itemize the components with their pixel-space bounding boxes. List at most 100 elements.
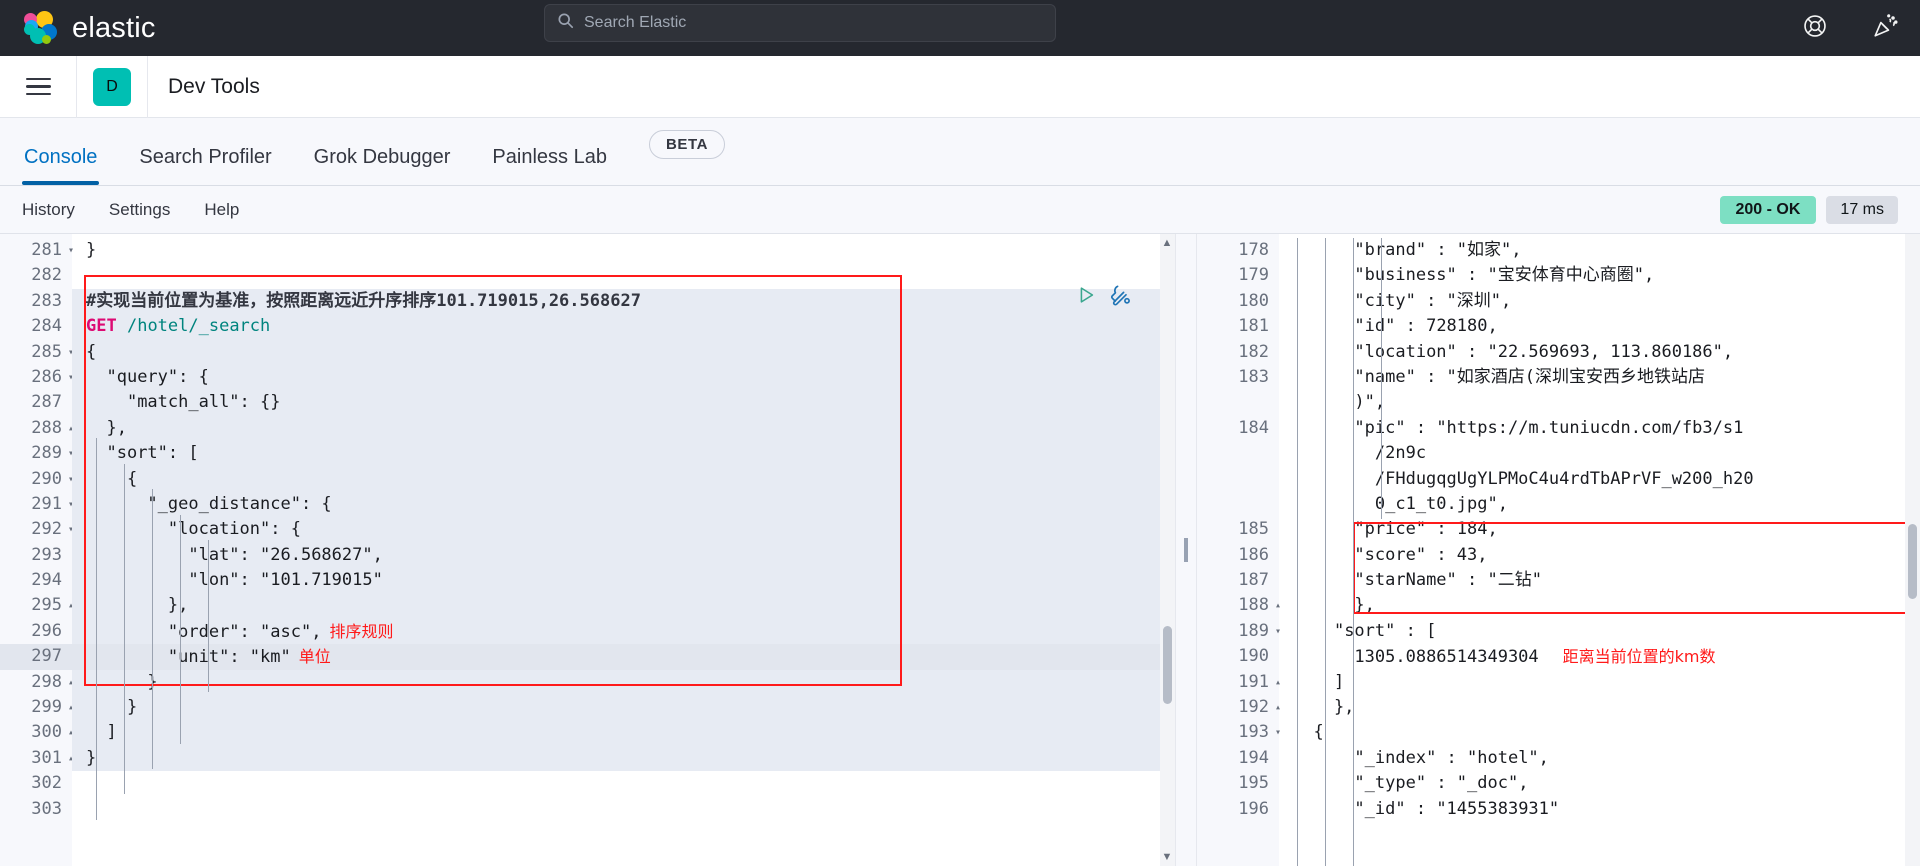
code-line: "_geo_distance": { [72, 491, 1175, 518]
editor-content[interactable]: } #实现当前位置为基准，按照距离远近升序排序101.719015,26.568… [72, 234, 1175, 866]
line-number [1197, 390, 1279, 415]
line-number: 184 [1238, 417, 1269, 438]
response-line-numbers: 178 179 180 181 182 183 184 185 186 187 188 ▴ 189 ▾… [1197, 234, 1281, 866]
history-button[interactable]: History [22, 200, 75, 220]
response-viewer[interactable]: 178 179 180 181 182 183 184 185 186 187 188 ▴ 189 ▾… [1197, 234, 1920, 866]
line-number: 298 ▴ [31, 671, 74, 692]
code-line: GET /hotel/_search [72, 314, 1175, 340]
line-number: 185 [1238, 519, 1269, 540]
line-number: 191 ▴ [1238, 671, 1281, 692]
code-line: } [72, 669, 1175, 696]
annotation-unit: 单位 [298, 647, 331, 667]
page-title: Dev Tools [168, 74, 260, 98]
code-line: }, [72, 593, 1175, 619]
response-line: "business" : "宝安体育中心商圈", [1354, 265, 1655, 286]
line-number: 302 [31, 773, 62, 794]
scroll-up-arrow-icon[interactable]: ▲ [1161, 237, 1173, 249]
search-icon [557, 12, 574, 34]
line-number: 286 ▾ [31, 366, 74, 387]
response-line: "sort" : [ [1333, 620, 1437, 641]
code-line: "lat": "26.568627", [72, 542, 1175, 569]
tab-painless-lab[interactable]: Painless Lab [492, 146, 607, 185]
response-line: "location" : "22.569693, 113.860186", [1354, 341, 1734, 362]
code-line: "order": "asc", 排序规则 [72, 618, 1175, 645]
indent-guide [1297, 238, 1298, 866]
line-number: 190 [1238, 646, 1269, 667]
line-number: 299 ▴ [31, 697, 74, 718]
response-line: "_type" : "_doc", [1354, 773, 1529, 794]
editor-line-numbers: 281 ▾ 282 283 284 285 ▾ 286 ▾ 287 288 ▴ 289 ▾ 290 ▾ 291 ▾… [0, 234, 74, 866]
scroll-down-arrow-icon[interactable]: ▼ [1161, 851, 1173, 863]
tab-grok-debugger[interactable]: Grok Debugger [314, 146, 451, 185]
global-search-placeholder: Search Elastic [584, 14, 687, 31]
code-line: } [72, 695, 1175, 721]
indent-guide [1353, 238, 1354, 866]
party-popper-icon[interactable] [1872, 13, 1898, 44]
line-number: 284 [31, 316, 62, 337]
indent-guide [208, 540, 209, 692]
annotation-distance: 距离当前位置的km数 [1562, 647, 1716, 667]
code-line: ] [72, 720, 1175, 746]
editor-scrollbar-track[interactable] [1160, 234, 1175, 866]
code-line: "sort": [ [72, 441, 1175, 467]
code-line: { [72, 339, 1175, 365]
indent-guide [124, 464, 125, 794]
wrench-icon[interactable] [1109, 283, 1133, 312]
response-line: "city" : "深圳", [1354, 290, 1512, 311]
code-line: "unit": "km" 单位 [72, 644, 1175, 670]
annotation-sort-rule: 排序规则 [329, 621, 394, 641]
line-number: 195 [1238, 773, 1269, 794]
response-line: "pic" : "https://m.tuniucdn.com/fb3/s1 [1354, 417, 1744, 438]
response-line: "id" : 728180, [1354, 316, 1498, 337]
editor-scrollbar-thumb[interactable] [1163, 626, 1172, 704]
hamburger-menu-icon[interactable] [16, 65, 60, 109]
code-line: "lon": "101.719015" [72, 568, 1175, 594]
response-line: 1305.0886514349304 距离当前位置的km数 [1354, 647, 1716, 668]
lifebuoy-icon[interactable] [1802, 13, 1828, 44]
status-badge: 200 - OK [1719, 195, 1817, 224]
line-number: 303 [31, 798, 62, 819]
line-number: 297 [0, 644, 72, 670]
line-number: 194 [1238, 747, 1269, 768]
pane-resize-handle[interactable] [1175, 234, 1197, 866]
line-number: 178 [1238, 240, 1269, 260]
line-number [1197, 467, 1279, 492]
code-line: { [72, 466, 1175, 492]
response-line: "price" : 184, [1354, 519, 1498, 540]
response-line: "_index" : "hotel", [1354, 747, 1549, 768]
indent-guide [152, 489, 153, 769]
response-content: "brand" : "如家", "business" : "宝安体育中心商圈",… [1279, 234, 1920, 866]
line-number: 188 ▴ [1238, 595, 1281, 616]
global-search-input[interactable]: Search Elastic [544, 4, 1056, 42]
space-avatar[interactable]: D [93, 67, 131, 106]
response-line: "name" : "如家酒店(深圳宝安西乡地铁站店 [1354, 366, 1706, 387]
line-number: 300 ▴ [31, 722, 74, 743]
tab-search-profiler[interactable]: Search Profiler [139, 146, 271, 185]
settings-button[interactable]: Settings [109, 200, 170, 220]
response-line: )", [1293, 392, 1386, 413]
response-line: }, [1293, 595, 1375, 616]
brand-logo-group[interactable]: elastic [24, 11, 156, 45]
line-number: 283 [31, 290, 62, 311]
response-scrollbar-thumb[interactable] [1908, 524, 1917, 599]
line-number: 183 [1238, 366, 1269, 387]
line-number: 196 [1238, 798, 1269, 819]
code-line: } [72, 745, 1175, 772]
tab-console[interactable]: Console [21, 146, 100, 185]
play-triangle-icon[interactable] [1075, 284, 1097, 311]
code-line: "query": { [72, 364, 1175, 391]
line-number: 189 ▾ [1238, 620, 1281, 641]
line-number: 291 ▾ [31, 493, 74, 514]
response-line: "starName" : "二钻" [1354, 570, 1542, 591]
response-line: "brand" : "如家", [1354, 240, 1522, 260]
line-number: 296 [31, 620, 62, 641]
line-number: 290 ▾ [31, 468, 74, 489]
request-editor[interactable]: 281 ▾ 282 283 284 285 ▾ 286 ▾ 287 288 ▴ 289 ▾ 290 ▾ 291 ▾… [0, 234, 1175, 866]
indent-guide [1325, 238, 1326, 866]
divider [147, 55, 148, 118]
editor-action-icons[interactable] [1075, 283, 1133, 312]
help-button[interactable]: Help [204, 200, 239, 220]
line-number [1197, 492, 1279, 517]
